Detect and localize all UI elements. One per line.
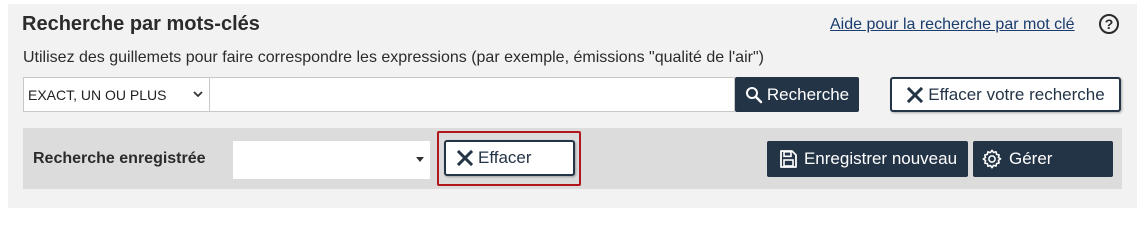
close-icon: [456, 149, 474, 167]
search-hint-text: Utilisez des guillemets pour faire corre…: [23, 49, 764, 66]
manage-label: Gérer: [1009, 149, 1053, 168]
save-new-label: Enregistrer nouveau: [803, 149, 958, 168]
clear-saved-search-button[interactable]: Effacer: [444, 140, 575, 176]
save-new-search-button[interactable]: Enregistrer nouveau: [767, 141, 968, 177]
help-link[interactable]: Aide pour la recherche par mot clé: [830, 16, 1075, 34]
clear-saved-label: Effacer: [478, 148, 532, 167]
help-circle-icon[interactable]: ?: [1099, 14, 1119, 34]
match-mode-select[interactable]: EXACT, UN OU PLUS: [23, 77, 210, 112]
clear-search-button[interactable]: Effacer votre recherche: [890, 77, 1121, 112]
search-button[interactable]: Recherche: [735, 77, 859, 112]
keyword-search-input[interactable]: [210, 77, 735, 112]
saved-search-select[interactable]: [233, 141, 430, 179]
match-mode-selected-value: EXACT, UN OU PLUS: [28, 86, 167, 103]
save-icon: [778, 149, 798, 169]
clear-search-label: Effacer votre recherche: [928, 84, 1105, 104]
chevron-down-icon: [193, 89, 203, 99]
caret-down-icon: [416, 157, 424, 162]
page-title: Recherche par mots-clés: [22, 13, 260, 35]
search-icon: [745, 86, 763, 104]
manage-saved-searches-button[interactable]: Gérer: [973, 141, 1113, 177]
close-icon: [906, 86, 924, 104]
search-button-label: Recherche: [766, 84, 850, 104]
gear-icon: [981, 148, 1003, 170]
saved-search-label: Recherche enregistrée: [33, 150, 206, 167]
